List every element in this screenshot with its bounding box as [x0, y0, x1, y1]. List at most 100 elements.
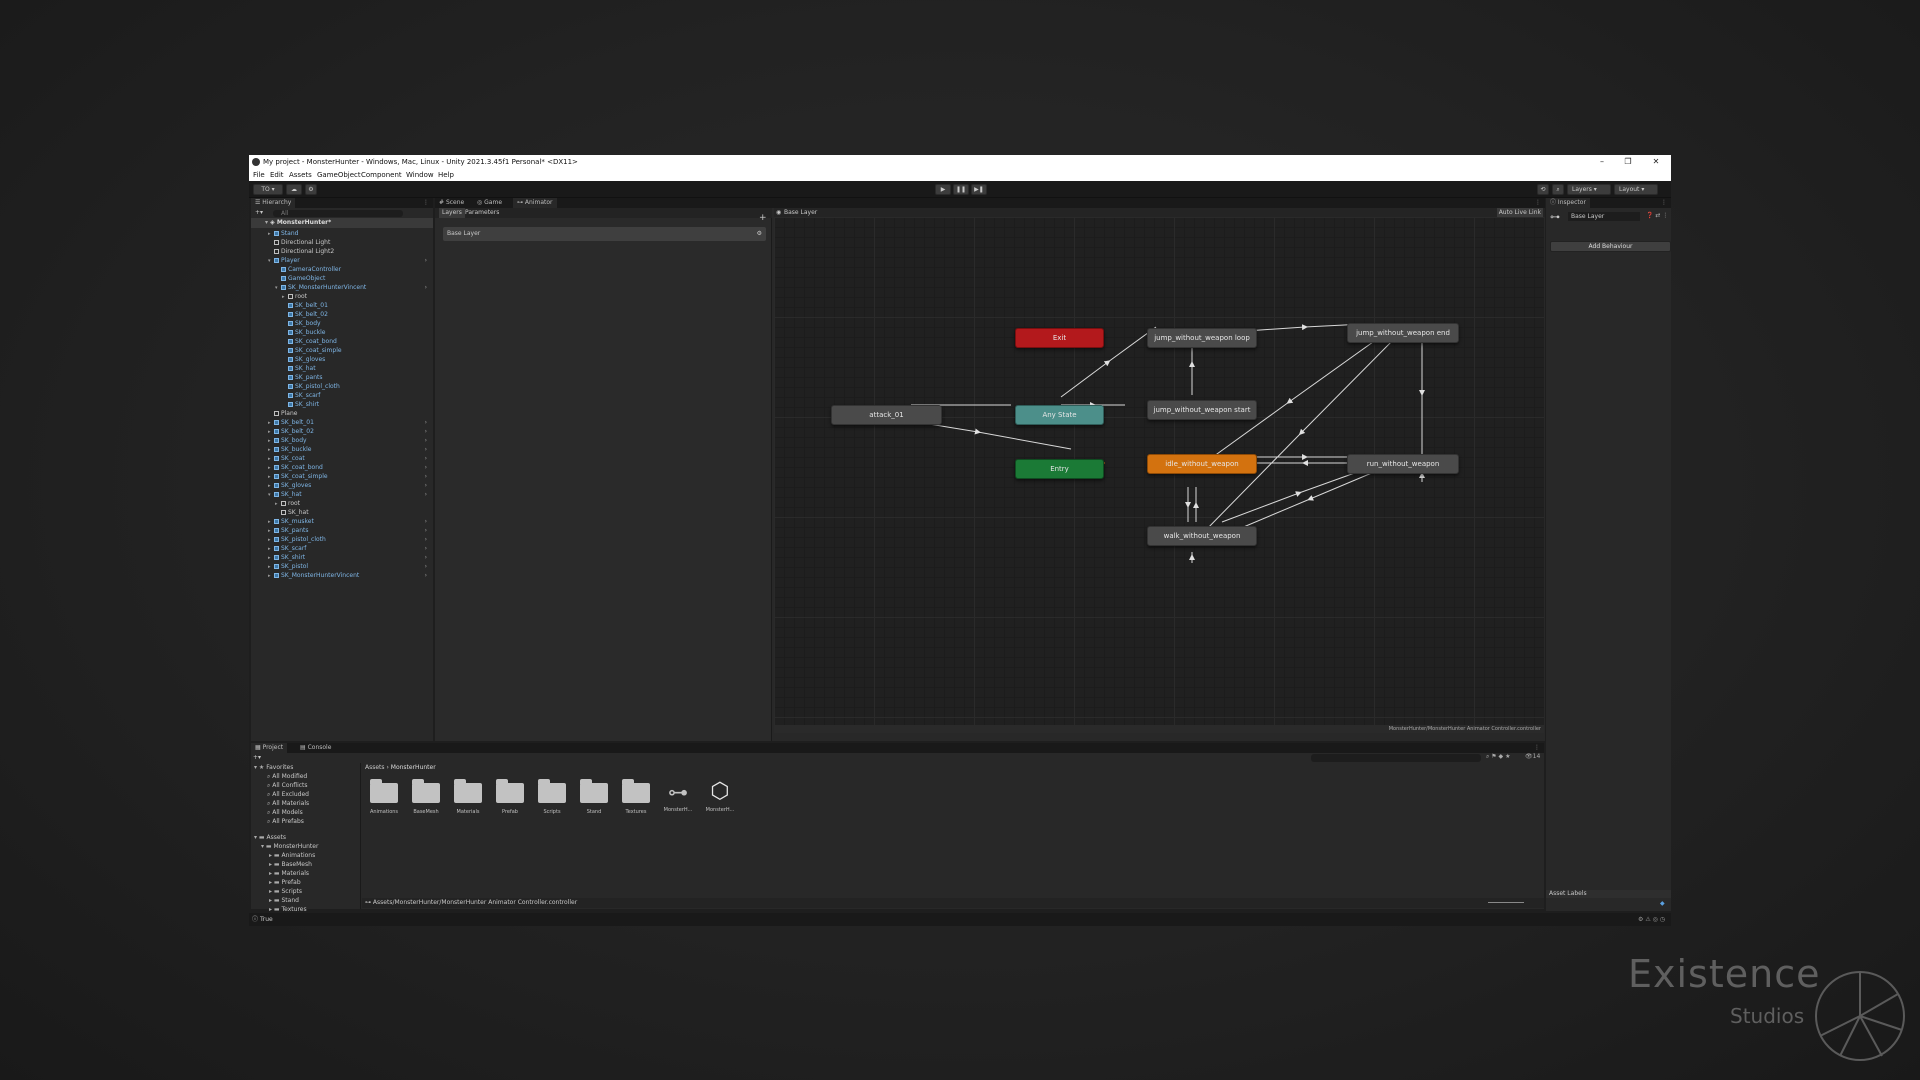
assets-header[interactable]: ▾ ▬ Assets	[251, 833, 361, 842]
minimize-button[interactable]: –	[1589, 155, 1615, 169]
auto-live-link-button[interactable]: Auto Live Link	[1496, 208, 1543, 217]
chevron-right-icon[interactable]: ›	[425, 490, 427, 499]
hierarchy-row[interactable]: ▸ SK_buckle ›	[251, 445, 431, 454]
menu-edit[interactable]: Edit	[270, 169, 284, 181]
hierarchy-row[interactable]: SK_hat	[251, 364, 431, 373]
state-jump-end[interactable]: jump_without_weapon end	[1347, 323, 1459, 343]
favorite-item[interactable]: ⌕ All Materials	[251, 799, 361, 808]
state-entry[interactable]: Entry	[1015, 459, 1104, 479]
chevron-right-icon[interactable]: ›	[425, 256, 427, 265]
hierarchy-menu-icon[interactable]: ⋮	[423, 198, 429, 208]
chevron-right-icon[interactable]: ›	[425, 562, 427, 571]
hierarchy-row[interactable]: ▸ root	[251, 292, 431, 301]
state-jump-loop[interactable]: jump_without_weapon loop	[1147, 328, 1257, 348]
subtab-parameters[interactable]: Parameters	[465, 208, 499, 218]
hierarchy-row[interactable]: ▸ SK_coat ›	[251, 454, 431, 463]
favorite-item[interactable]: ⌕ All Prefabs	[251, 817, 361, 826]
hierarchy-row[interactable]: ▸ SK_belt_02 ›	[251, 427, 431, 436]
asset-item[interactable]: Animations	[365, 777, 403, 815]
asset-item[interactable]: Textures	[617, 777, 655, 815]
label-tag-icon[interactable]: ◆	[1660, 900, 1665, 907]
state-jump-start[interactable]: jump_without_weapon start	[1147, 400, 1257, 420]
asset-item[interactable]: BaseMesh	[407, 777, 445, 815]
chevron-right-icon[interactable]: ›	[425, 445, 427, 454]
tab-animator[interactable]: ⊶ Animator	[513, 198, 557, 208]
hierarchy-row[interactable]: SK_pistol_cloth	[251, 382, 431, 391]
hierarchy-row[interactable]: SK_pants	[251, 373, 431, 382]
state-walk[interactable]: walk_without_weapon	[1147, 526, 1257, 546]
folder-tree-item[interactable]: ▸ ▬ Scripts	[251, 887, 361, 896]
hierarchy-row[interactable]: ▸ SK_scarf ›	[251, 544, 431, 553]
hierarchy-search-input[interactable]: All	[273, 210, 403, 217]
maximize-button[interactable]: ❐	[1615, 155, 1641, 169]
search-icon[interactable]: ⌕	[1552, 184, 1564, 195]
state-any-state[interactable]: Any State	[1015, 405, 1104, 425]
layer-row[interactable]: Base Layer ⚙	[443, 227, 766, 241]
folder-tree-item[interactable]: ▾ ▬ MonsterHunter	[251, 842, 361, 851]
project-search-input[interactable]	[1311, 754, 1481, 762]
account-button[interactable]: TO ▾	[253, 184, 283, 195]
folder-tree-item[interactable]: ▸ ▬ Materials	[251, 869, 361, 878]
project-filter-icons[interactable]: ⌕ ⚑ ◆ ★	[1486, 753, 1510, 761]
asset-item[interactable]: ⬡ MonsterH...	[701, 777, 739, 813]
inspector-layer-name-field[interactable]: Base Layer	[1568, 212, 1640, 221]
hierarchy-row[interactable]: Directional Light2	[251, 247, 431, 256]
tab-hierarchy[interactable]: ☰ Hierarchy	[251, 198, 296, 208]
hierarchy-row[interactable]: SK_hat	[251, 508, 431, 517]
collab-icon[interactable]: ⚙	[305, 184, 317, 195]
chevron-right-icon[interactable]: ›	[425, 571, 427, 580]
menu-gameobject[interactable]: GameObject	[317, 169, 361, 181]
menu-assets[interactable]: Assets	[289, 169, 312, 181]
hierarchy-row[interactable]: ▸ SK_MonsterHunterVincent ›	[251, 571, 431, 580]
state-attack[interactable]: attack_01	[831, 405, 942, 425]
favorites-header[interactable]: ▾ ★ Favorites	[251, 763, 361, 772]
hierarchy-row[interactable]: Plane	[251, 409, 431, 418]
hierarchy-row[interactable]: ▸ Stand	[251, 229, 431, 238]
hierarchy-row[interactable]: SK_gloves	[251, 355, 431, 364]
hierarchy-row[interactable]: ▸ SK_pistol ›	[251, 562, 431, 571]
hierarchy-row[interactable]: ▸ SK_musket ›	[251, 517, 431, 526]
layer-settings-icon[interactable]: ⚙	[757, 227, 762, 241]
hierarchy-row[interactable]: ▸ SK_belt_01 ›	[251, 418, 431, 427]
state-run[interactable]: run_without_weapon	[1347, 454, 1459, 474]
chevron-right-icon[interactable]: ›	[425, 427, 427, 436]
favorite-item[interactable]: ⌕ All Excluded	[251, 790, 361, 799]
hierarchy-row[interactable]: ▾ Player ›	[251, 256, 431, 265]
hierarchy-row[interactable]: SK_belt_01	[251, 301, 431, 310]
transition-jumpend-walk[interactable]	[1201, 331, 1402, 535]
status-icons[interactable]: ⚙ ⚠ ◎ ◷	[1638, 913, 1665, 926]
eye-icon[interactable]: ◉	[776, 208, 781, 217]
folder-tree-item[interactable]: ▸ ▬ Animations	[251, 851, 361, 860]
cloud-icon[interactable]: ☁	[286, 184, 302, 195]
folder-tree-item[interactable]: ▸ ▬ BaseMesh	[251, 860, 361, 869]
favorite-item[interactable]: ⌕ All Modified	[251, 772, 361, 781]
project-menu-icon[interactable]: ⋮	[1534, 743, 1540, 753]
state-exit[interactable]: Exit	[1015, 328, 1104, 348]
folder-tree-item[interactable]: ▸ ▬ Stand	[251, 896, 361, 905]
hierarchy-row[interactable]: CameraController	[251, 265, 431, 274]
inspector-header-icons[interactable]: ❓ ⇄ ⋮	[1646, 212, 1668, 219]
hierarchy-row[interactable]: SK_belt_02	[251, 310, 431, 319]
chevron-right-icon[interactable]: ›	[425, 535, 427, 544]
breadcrumb-assets[interactable]: Assets	[365, 764, 385, 771]
asset-item[interactable]: Scripts	[533, 777, 571, 815]
chevron-right-icon[interactable]: ›	[425, 544, 427, 553]
animator-graph-canvas[interactable]: Exit jump_without_weapon loop jump_witho…	[774, 217, 1544, 733]
project-add-icon[interactable]: +▾	[253, 754, 261, 761]
chevron-right-icon[interactable]: ›	[425, 553, 427, 562]
chevron-right-icon[interactable]: ›	[425, 472, 427, 481]
hierarchy-row[interactable]: ▸ SK_coat_simple ›	[251, 472, 431, 481]
menu-file[interactable]: File	[253, 169, 265, 181]
asset-item[interactable]: ⊶ MonsterH...	[659, 777, 697, 813]
hierarchy-row[interactable]: Directional Light	[251, 238, 431, 247]
hierarchy-row[interactable]: ▾ SK_hat ›	[251, 490, 431, 499]
history-icon[interactable]: ⟲	[1537, 184, 1549, 195]
hierarchy-row[interactable]: ▸ SK_body ›	[251, 436, 431, 445]
tab-inspector[interactable]: ⓘ Inspector	[1546, 198, 1590, 208]
add-icon[interactable]: +▾	[255, 209, 263, 216]
chevron-right-icon[interactable]: ›	[425, 283, 427, 292]
hierarchy-row[interactable]: SK_body	[251, 319, 431, 328]
asset-item[interactable]: Prefab	[491, 777, 529, 815]
chevron-right-icon[interactable]: ›	[425, 517, 427, 526]
icon-size-slider[interactable]	[1488, 902, 1524, 903]
